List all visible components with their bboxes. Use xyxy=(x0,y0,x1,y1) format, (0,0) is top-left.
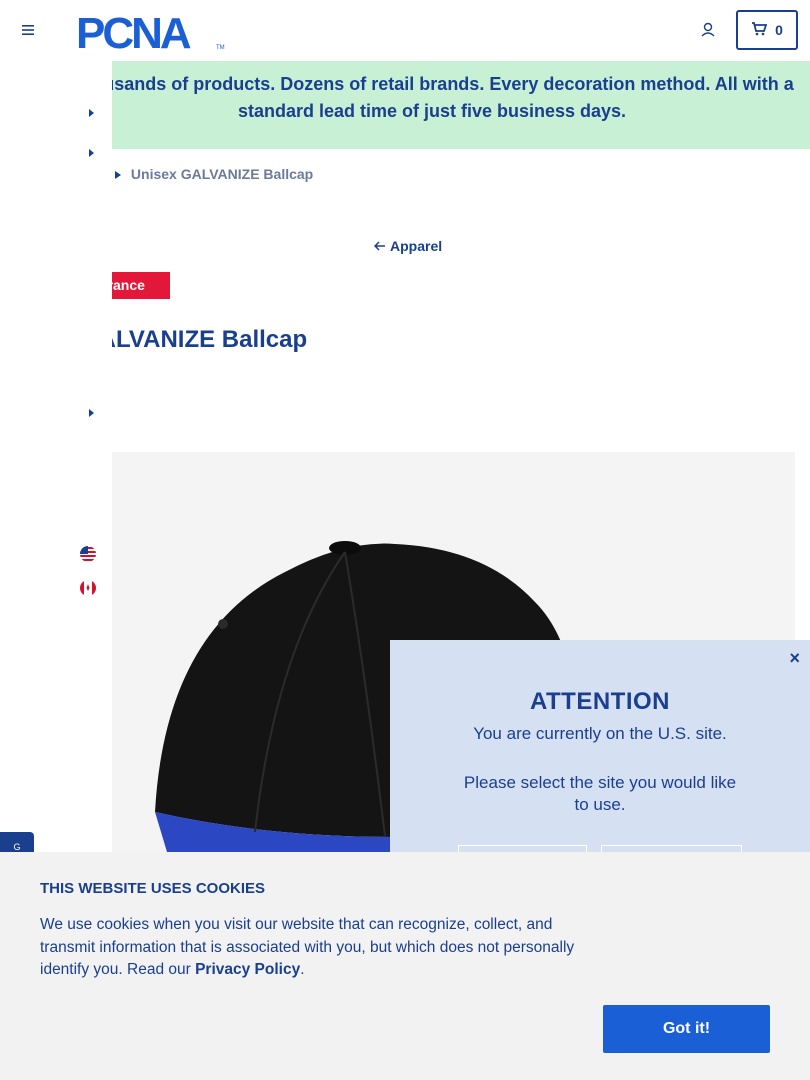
cookie-text: We use cookies when you visit our websit… xyxy=(40,914,600,982)
cart-icon xyxy=(751,21,768,39)
back-link[interactable]: Apparel xyxy=(373,238,443,254)
svg-text:G: G xyxy=(13,842,20,852)
chevron-right-icon[interactable] xyxy=(86,406,96,418)
us-flag-icon[interactable] xyxy=(80,546,96,562)
back-link-label: Apparel xyxy=(390,238,443,254)
close-icon[interactable]: × xyxy=(789,648,800,669)
logo-text: PCNA xyxy=(76,11,191,51)
pcna-logo[interactable]: PCNA TM xyxy=(76,9,226,58)
svg-text:TM: TM xyxy=(216,45,225,51)
site-select-modal: × ATTENTION You are currently on the U.S… xyxy=(390,640,810,880)
cart-count: 0 xyxy=(775,22,783,38)
modal-title: ATTENTION xyxy=(529,688,671,715)
chevron-right-icon[interactable] xyxy=(86,106,96,118)
account-icon[interactable] xyxy=(698,20,718,40)
breadcrumb-current: Unisex GALVANIZE Ballcap xyxy=(130,166,314,182)
site-header: PCNA TM 0 xyxy=(0,0,810,61)
breadcrumb: arel Unisex GALVANIZE Ballcap xyxy=(80,166,313,182)
promo-banner: Thousands of products. Dozens of retail … xyxy=(0,61,810,149)
cookie-banner: THIS WEBSITE USES COOKIES We use cookies… xyxy=(0,852,810,1080)
product-title: GALVANIZE Ballcap xyxy=(80,326,308,353)
modal-select-site-text: Please select the site you would like to… xyxy=(463,773,737,814)
privacy-policy-link[interactable]: Privacy Policy xyxy=(195,961,300,978)
modal-current-site-text: You are currently on the U.S. site. xyxy=(473,724,727,743)
arrow-left-icon xyxy=(373,238,386,254)
chevron-right-icon[interactable] xyxy=(86,146,96,158)
cookie-period: . xyxy=(300,961,305,978)
cart-button[interactable]: 0 xyxy=(736,10,798,50)
promo-text: Thousands of products. Dozens of retail … xyxy=(70,74,794,121)
accept-cookies-button[interactable]: Got it! xyxy=(603,1005,770,1053)
cookie-body: We use cookies when you visit our websit… xyxy=(40,916,575,978)
menu-icon[interactable] xyxy=(18,20,38,40)
canada-flag-icon[interactable] xyxy=(80,580,96,596)
chevron-right-icon xyxy=(114,166,121,182)
cookie-title: THIS WEBSITE USES COOKIES xyxy=(40,880,266,897)
